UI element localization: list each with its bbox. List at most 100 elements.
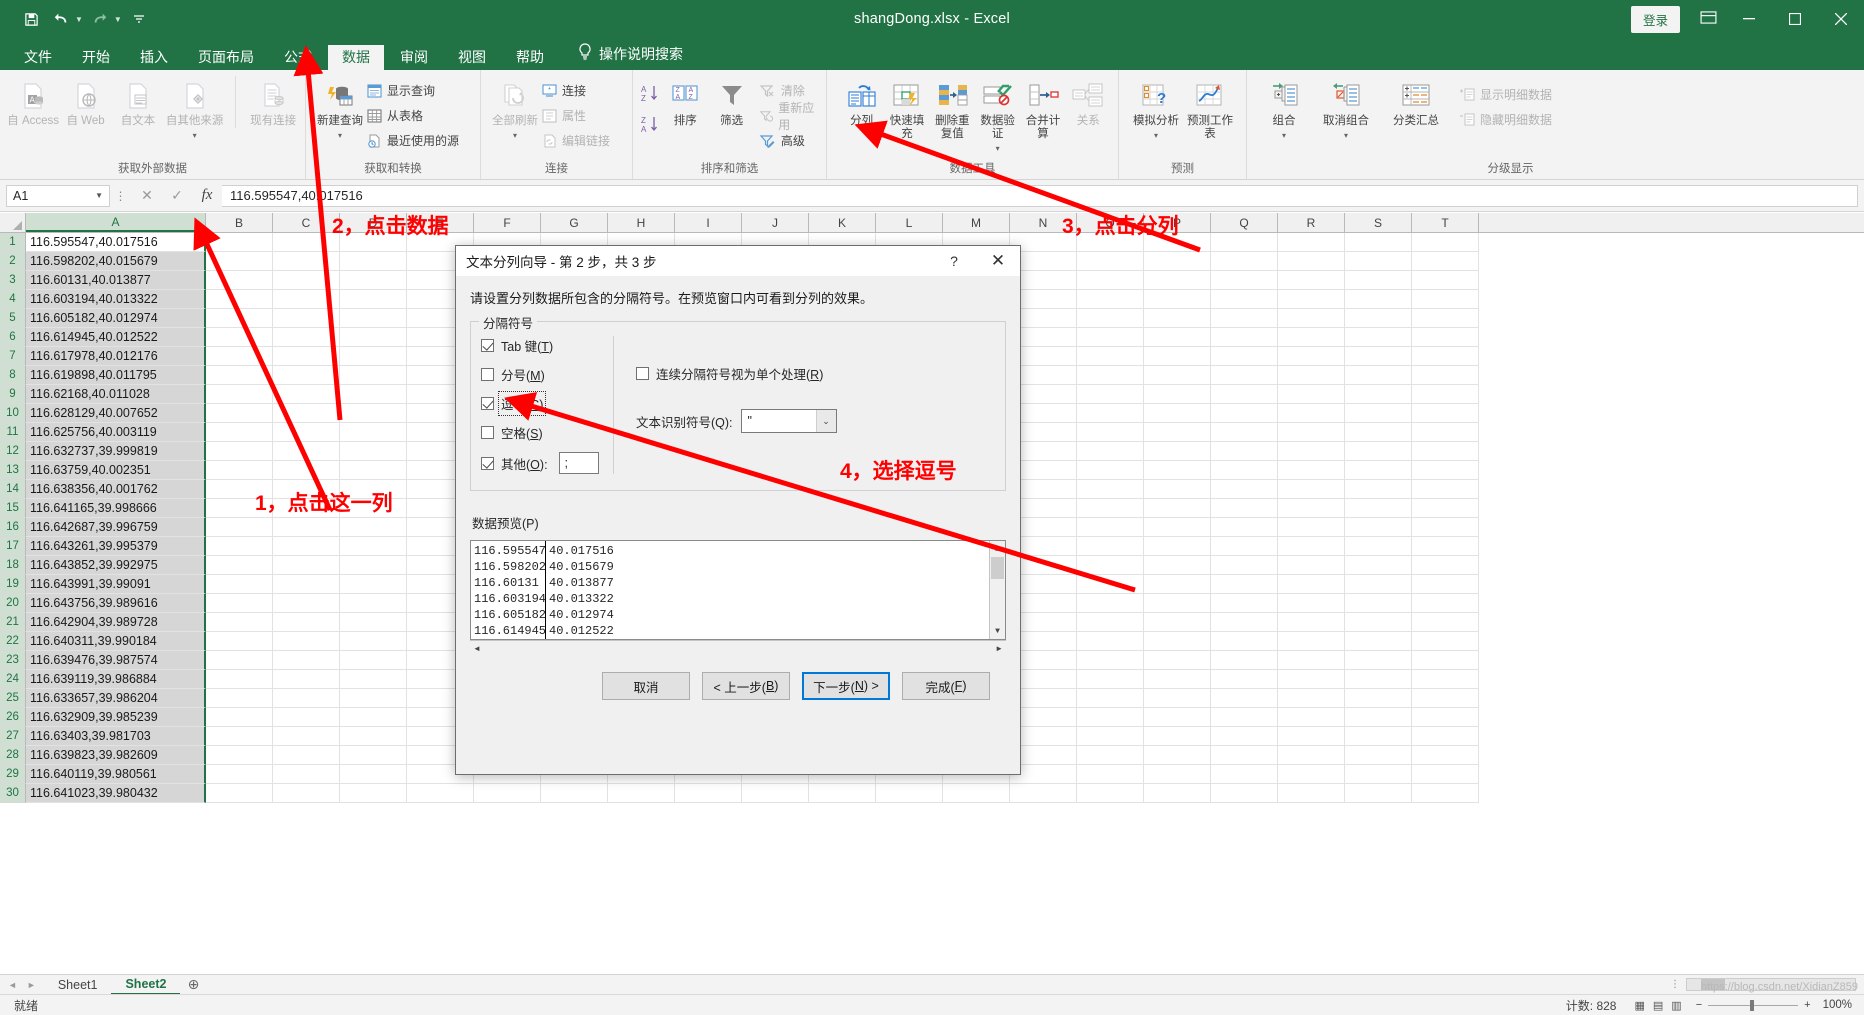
zoom-in-icon[interactable]: + [1804, 999, 1810, 1011]
row-header-3[interactable]: 3 [0, 271, 26, 290]
restore-button[interactable] [1772, 0, 1818, 38]
cell-S15[interactable] [1345, 499, 1412, 518]
cell-C16[interactable] [273, 518, 340, 537]
cell-G30[interactable] [541, 784, 608, 803]
cell-B11[interactable] [206, 423, 273, 442]
cell-O10[interactable] [1077, 404, 1144, 423]
cell-Q5[interactable] [1211, 309, 1278, 328]
cell-A1[interactable]: 116.595547,40.017516 [26, 233, 206, 252]
cell-A24[interactable]: 116.639119,39.986884 [26, 670, 206, 689]
from-text-button[interactable]: 自文本 [112, 76, 164, 128]
column-header-c[interactable]: C [273, 213, 340, 232]
cell-R10[interactable] [1278, 404, 1345, 423]
checkbox-space[interactable]: 空格(S) [481, 423, 605, 442]
cell-A16[interactable]: 116.642687,39.996759 [26, 518, 206, 537]
minimize-button[interactable] [1726, 0, 1772, 38]
cell-Q3[interactable] [1211, 271, 1278, 290]
cell-P4[interactable] [1144, 290, 1211, 309]
cell-P16[interactable] [1144, 518, 1211, 537]
cell-R25[interactable] [1278, 689, 1345, 708]
cell-R21[interactable] [1278, 613, 1345, 632]
cell-P27[interactable] [1144, 727, 1211, 746]
prev-sheet-icon[interactable]: ► [27, 980, 36, 990]
cell-C7[interactable] [273, 347, 340, 366]
tell-me-search[interactable]: 操作说明搜索 [560, 38, 693, 70]
cell-O8[interactable] [1077, 366, 1144, 385]
checkbox-semicolon[interactable]: 分号(M) [481, 365, 605, 384]
relationships-button[interactable]: 关系 [1066, 76, 1111, 128]
row-header-4[interactable]: 4 [0, 290, 26, 309]
cell-P15[interactable] [1144, 499, 1211, 518]
cell-S21[interactable] [1345, 613, 1412, 632]
cell-D25[interactable] [340, 689, 407, 708]
cell-S2[interactable] [1345, 252, 1412, 271]
cell-B24[interactable] [206, 670, 273, 689]
row-header-17[interactable]: 17 [0, 537, 26, 556]
cell-P6[interactable] [1144, 328, 1211, 347]
column-header-r[interactable]: R [1278, 213, 1345, 232]
cell-C11[interactable] [273, 423, 340, 442]
cell-B25[interactable] [206, 689, 273, 708]
cell-C5[interactable] [273, 309, 340, 328]
cell-D18[interactable] [340, 556, 407, 575]
cell-D7[interactable] [340, 347, 407, 366]
cell-R17[interactable] [1278, 537, 1345, 556]
cell-O5[interactable] [1077, 309, 1144, 328]
column-header-t[interactable]: T [1412, 213, 1479, 232]
row-header-27[interactable]: 27 [0, 727, 26, 746]
row-header-12[interactable]: 12 [0, 442, 26, 461]
column-header-j[interactable]: J [742, 213, 809, 232]
cell-Q23[interactable] [1211, 651, 1278, 670]
cell-S27[interactable] [1345, 727, 1412, 746]
cell-A10[interactable]: 116.628129,40.007652 [26, 404, 206, 423]
cell-T7[interactable] [1412, 347, 1479, 366]
column-header-i[interactable]: I [675, 213, 742, 232]
cell-T14[interactable] [1412, 480, 1479, 499]
cell-R19[interactable] [1278, 575, 1345, 594]
cell-A29[interactable]: 116.640119,39.980561 [26, 765, 206, 784]
cell-A5[interactable]: 116.605182,40.012974 [26, 309, 206, 328]
scroll-left-icon[interactable]: ◄ [473, 644, 481, 653]
cell-D2[interactable] [340, 252, 407, 271]
cell-O17[interactable] [1077, 537, 1144, 556]
cell-Q17[interactable] [1211, 537, 1278, 556]
cell-O25[interactable] [1077, 689, 1144, 708]
tab-file[interactable]: 文件 [10, 45, 66, 70]
cell-I30[interactable] [675, 784, 742, 803]
data-validation-button[interactable]: 数据验证 ▾ [975, 76, 1020, 154]
cell-S28[interactable] [1345, 746, 1412, 765]
cell-H30[interactable] [608, 784, 675, 803]
cell-Q16[interactable] [1211, 518, 1278, 537]
tab-help[interactable]: 帮助 [502, 45, 558, 70]
connections-button[interactable]: 连接 [542, 80, 610, 101]
select-all-corner[interactable] [0, 213, 26, 232]
cell-C22[interactable] [273, 632, 340, 651]
cell-S10[interactable] [1345, 404, 1412, 423]
cell-P17[interactable] [1144, 537, 1211, 556]
cell-Q7[interactable] [1211, 347, 1278, 366]
cell-O12[interactable] [1077, 442, 1144, 461]
cell-A4[interactable]: 116.603194,40.013322 [26, 290, 206, 309]
row-header-24[interactable]: 24 [0, 670, 26, 689]
chevron-down-icon[interactable]: ⌄ [815, 410, 836, 432]
cell-B26[interactable] [206, 708, 273, 727]
column-header-q[interactable]: Q [1211, 213, 1278, 232]
finish-button[interactable]: 完成(F) [902, 672, 990, 700]
first-sheet-icon[interactable]: ◄ [8, 980, 17, 990]
column-header-k[interactable]: K [809, 213, 876, 232]
from-other-sources-button[interactable]: 自其他来源 ▾ [164, 76, 225, 140]
cell-A12[interactable]: 116.632737,39.999819 [26, 442, 206, 461]
cell-D20[interactable] [340, 594, 407, 613]
cell-R26[interactable] [1278, 708, 1345, 727]
cell-A22[interactable]: 116.640311,39.990184 [26, 632, 206, 651]
cell-A18[interactable]: 116.643852,39.992975 [26, 556, 206, 575]
properties-button[interactable]: 属性 [542, 105, 610, 126]
cell-P19[interactable] [1144, 575, 1211, 594]
normal-view-icon[interactable]: ▦ [1634, 999, 1644, 1012]
cell-D9[interactable] [340, 385, 407, 404]
cell-O23[interactable] [1077, 651, 1144, 670]
cell-C1[interactable] [273, 233, 340, 252]
cell-O26[interactable] [1077, 708, 1144, 727]
cell-Q1[interactable] [1211, 233, 1278, 252]
customize-quick-access-icon[interactable] [126, 7, 152, 31]
